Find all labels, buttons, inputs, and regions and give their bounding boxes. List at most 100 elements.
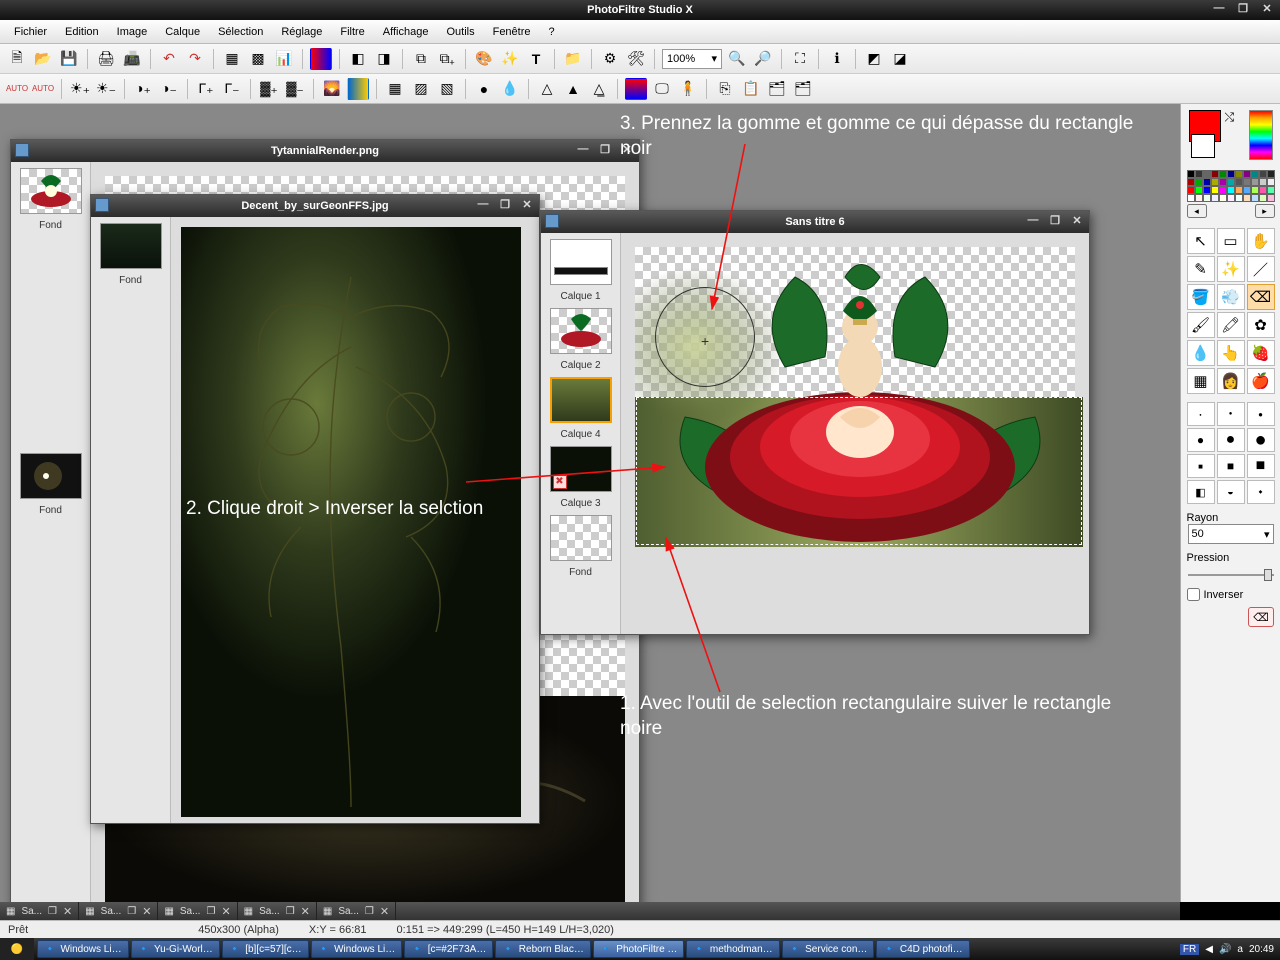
menu-image[interactable]: Image	[109, 23, 156, 41]
clock[interactable]: 20:49	[1249, 944, 1274, 955]
gamma-minus-icon[interactable]: Γ₋	[221, 78, 243, 100]
doc-c-close[interactable]: ✕	[1069, 214, 1085, 228]
layer-thumb[interactable]	[550, 239, 612, 285]
tray-icon[interactable]: 🔊	[1219, 944, 1231, 955]
clone-tool-icon[interactable]: 🍓	[1247, 340, 1275, 366]
doc-a-max[interactable]: ❐	[597, 143, 613, 157]
cascade-icon[interactable]: 🗂	[766, 78, 788, 100]
palette-swatch[interactable]	[1195, 170, 1203, 178]
brightness-plus-icon[interactable]: ☀₊	[69, 78, 91, 100]
doc-title-c[interactable]: Sans titre 6 — ❐ ✕	[541, 211, 1089, 233]
tool-b-icon[interactable]: ◨	[373, 48, 395, 70]
taskbar-item[interactable]: 🔹C4D photofi…	[876, 940, 969, 958]
spray-tool-icon[interactable]: 💨	[1217, 284, 1245, 310]
layer-thumb[interactable]	[550, 515, 612, 561]
gamma-plus-icon[interactable]: Γ₊	[195, 78, 217, 100]
doc-tab[interactable]: ▦Sa...❐✕	[79, 902, 158, 920]
scan-icon[interactable]: 📠	[121, 48, 143, 70]
palette-swatch[interactable]	[1211, 170, 1219, 178]
palette-swatch[interactable]	[1243, 186, 1251, 194]
advanced-brush-icon[interactable]: 🖍	[1217, 312, 1245, 338]
grid2-icon[interactable]: ▨	[410, 78, 432, 100]
canvas-c-content[interactable]: +	[635, 247, 1075, 547]
palette-swatch[interactable]	[1259, 186, 1267, 194]
palette-swatch[interactable]	[1203, 178, 1211, 186]
palette-swatch[interactable]	[1243, 178, 1251, 186]
smudge-tool-icon[interactable]: 👆	[1217, 340, 1245, 366]
shape-tool-icon[interactable]: ▦	[1187, 368, 1215, 394]
taskbar-item[interactable]: 🔹methodman…	[686, 940, 779, 958]
palette-swatch[interactable]	[1243, 170, 1251, 178]
colorize-icon[interactable]	[625, 78, 647, 100]
palette-swatch[interactable]	[1267, 186, 1275, 194]
palette-swatch[interactable]	[1251, 178, 1259, 186]
grid1-icon[interactable]: ▦	[384, 78, 406, 100]
palette-swatch[interactable]	[1227, 178, 1235, 186]
doc-a-min[interactable]: —	[575, 143, 591, 157]
tray-icon[interactable]: ◀	[1205, 944, 1213, 955]
tile-icon[interactable]: 🗂	[792, 78, 814, 100]
palette-swatch[interactable]	[1195, 178, 1203, 186]
hand-tool-icon[interactable]: ✋	[1247, 228, 1275, 254]
palette-swatch[interactable]	[1203, 194, 1211, 202]
layer-thumb[interactable]: ✖	[550, 446, 612, 492]
new-file-icon[interactable]: 🗎	[6, 48, 28, 70]
menu-fenetre[interactable]: Fenêtre	[485, 23, 539, 41]
menu-affichage[interactable]: Affichage	[375, 23, 437, 41]
layers-icon[interactable]: ⧉	[410, 48, 432, 70]
doc-tab[interactable]: ▦Sa...❐✕	[0, 902, 79, 920]
histogram2-icon[interactable]: 🌄	[321, 78, 343, 100]
eraser-action-button[interactable]: ⌫	[1248, 607, 1274, 627]
palette-swatch[interactable]	[1235, 186, 1243, 194]
doc-b-close[interactable]: ✕	[519, 198, 535, 212]
doc-tab[interactable]: ▦Sa...❐✕	[317, 902, 396, 920]
canvas-c[interactable]: +	[621, 233, 1089, 634]
doc-tab[interactable]: ▦Sa...❐✕	[238, 902, 317, 920]
color-palette[interactable]	[1187, 170, 1275, 202]
inverser-checkbox-row[interactable]: Inverser	[1187, 588, 1275, 601]
palette-prev[interactable]: ◂	[1187, 204, 1207, 218]
inverser-checkbox[interactable]	[1187, 588, 1200, 601]
sharpen3-icon[interactable]: △̲	[588, 78, 610, 100]
art-tool-icon[interactable]: 🍎	[1247, 368, 1275, 394]
taskbar-item[interactable]: 🔹Yu-Gi-Worl…	[131, 940, 220, 958]
palette-swatch[interactable]	[1195, 194, 1203, 202]
palette-swatch[interactable]	[1267, 170, 1275, 178]
palette-swatch[interactable]	[1227, 170, 1235, 178]
eyedropper-tool-icon[interactable]: ✎	[1187, 256, 1215, 282]
doc-b-max[interactable]: ❐	[497, 198, 513, 212]
palette-swatch[interactable]	[1219, 186, 1227, 194]
palette-swatch[interactable]	[1187, 178, 1195, 186]
palette-swatch[interactable]	[1259, 178, 1267, 186]
menu-outils[interactable]: Outils	[438, 23, 482, 41]
taskbar-item[interactable]: 🔹Windows Li…	[37, 940, 129, 958]
zoom-in-icon[interactable]: 🔍	[726, 48, 748, 70]
doc-b-min[interactable]: —	[475, 198, 491, 212]
menu-fichier[interactable]: Fichier	[6, 23, 55, 41]
palette-swatch[interactable]	[1187, 170, 1195, 178]
portrait-tool-icon[interactable]: 👩	[1217, 368, 1245, 394]
layer-thumb[interactable]	[100, 223, 162, 269]
layer-new-icon[interactable]: ⧉₊	[436, 48, 458, 70]
palette-swatch[interactable]	[1211, 178, 1219, 186]
saturation-plus-icon[interactable]: ▓₊	[258, 78, 280, 100]
palette-swatch[interactable]	[1267, 194, 1275, 202]
blur-icon[interactable]: ●	[473, 78, 495, 100]
info-icon[interactable]: ℹ	[826, 48, 848, 70]
auto-contrast-icon[interactable]: AUTO	[32, 78, 54, 100]
palette-swatch[interactable]	[1195, 186, 1203, 194]
gradient2-icon[interactable]	[347, 78, 369, 100]
layer-thumb[interactable]	[20, 168, 82, 214]
palette-swatch[interactable]	[1227, 194, 1235, 202]
selection-tool-icon[interactable]: ▭	[1217, 228, 1245, 254]
brush-preset[interactable]: ■	[1217, 454, 1245, 478]
effects-icon[interactable]: ✨	[499, 48, 521, 70]
taskbar-item[interactable]: 🔹[b][c=57][c…	[222, 940, 309, 958]
open-file-icon[interactable]: 📂	[32, 48, 54, 70]
fullscreen-icon[interactable]: ⛶	[789, 48, 811, 70]
auto-levels-icon[interactable]: AUTO	[6, 78, 28, 100]
menu-help[interactable]: ?	[541, 23, 563, 41]
undo-icon[interactable]: ↶	[158, 48, 180, 70]
brush-preset[interactable]: ●	[1247, 402, 1275, 426]
brush-preset[interactable]: ⬩	[1247, 480, 1275, 504]
